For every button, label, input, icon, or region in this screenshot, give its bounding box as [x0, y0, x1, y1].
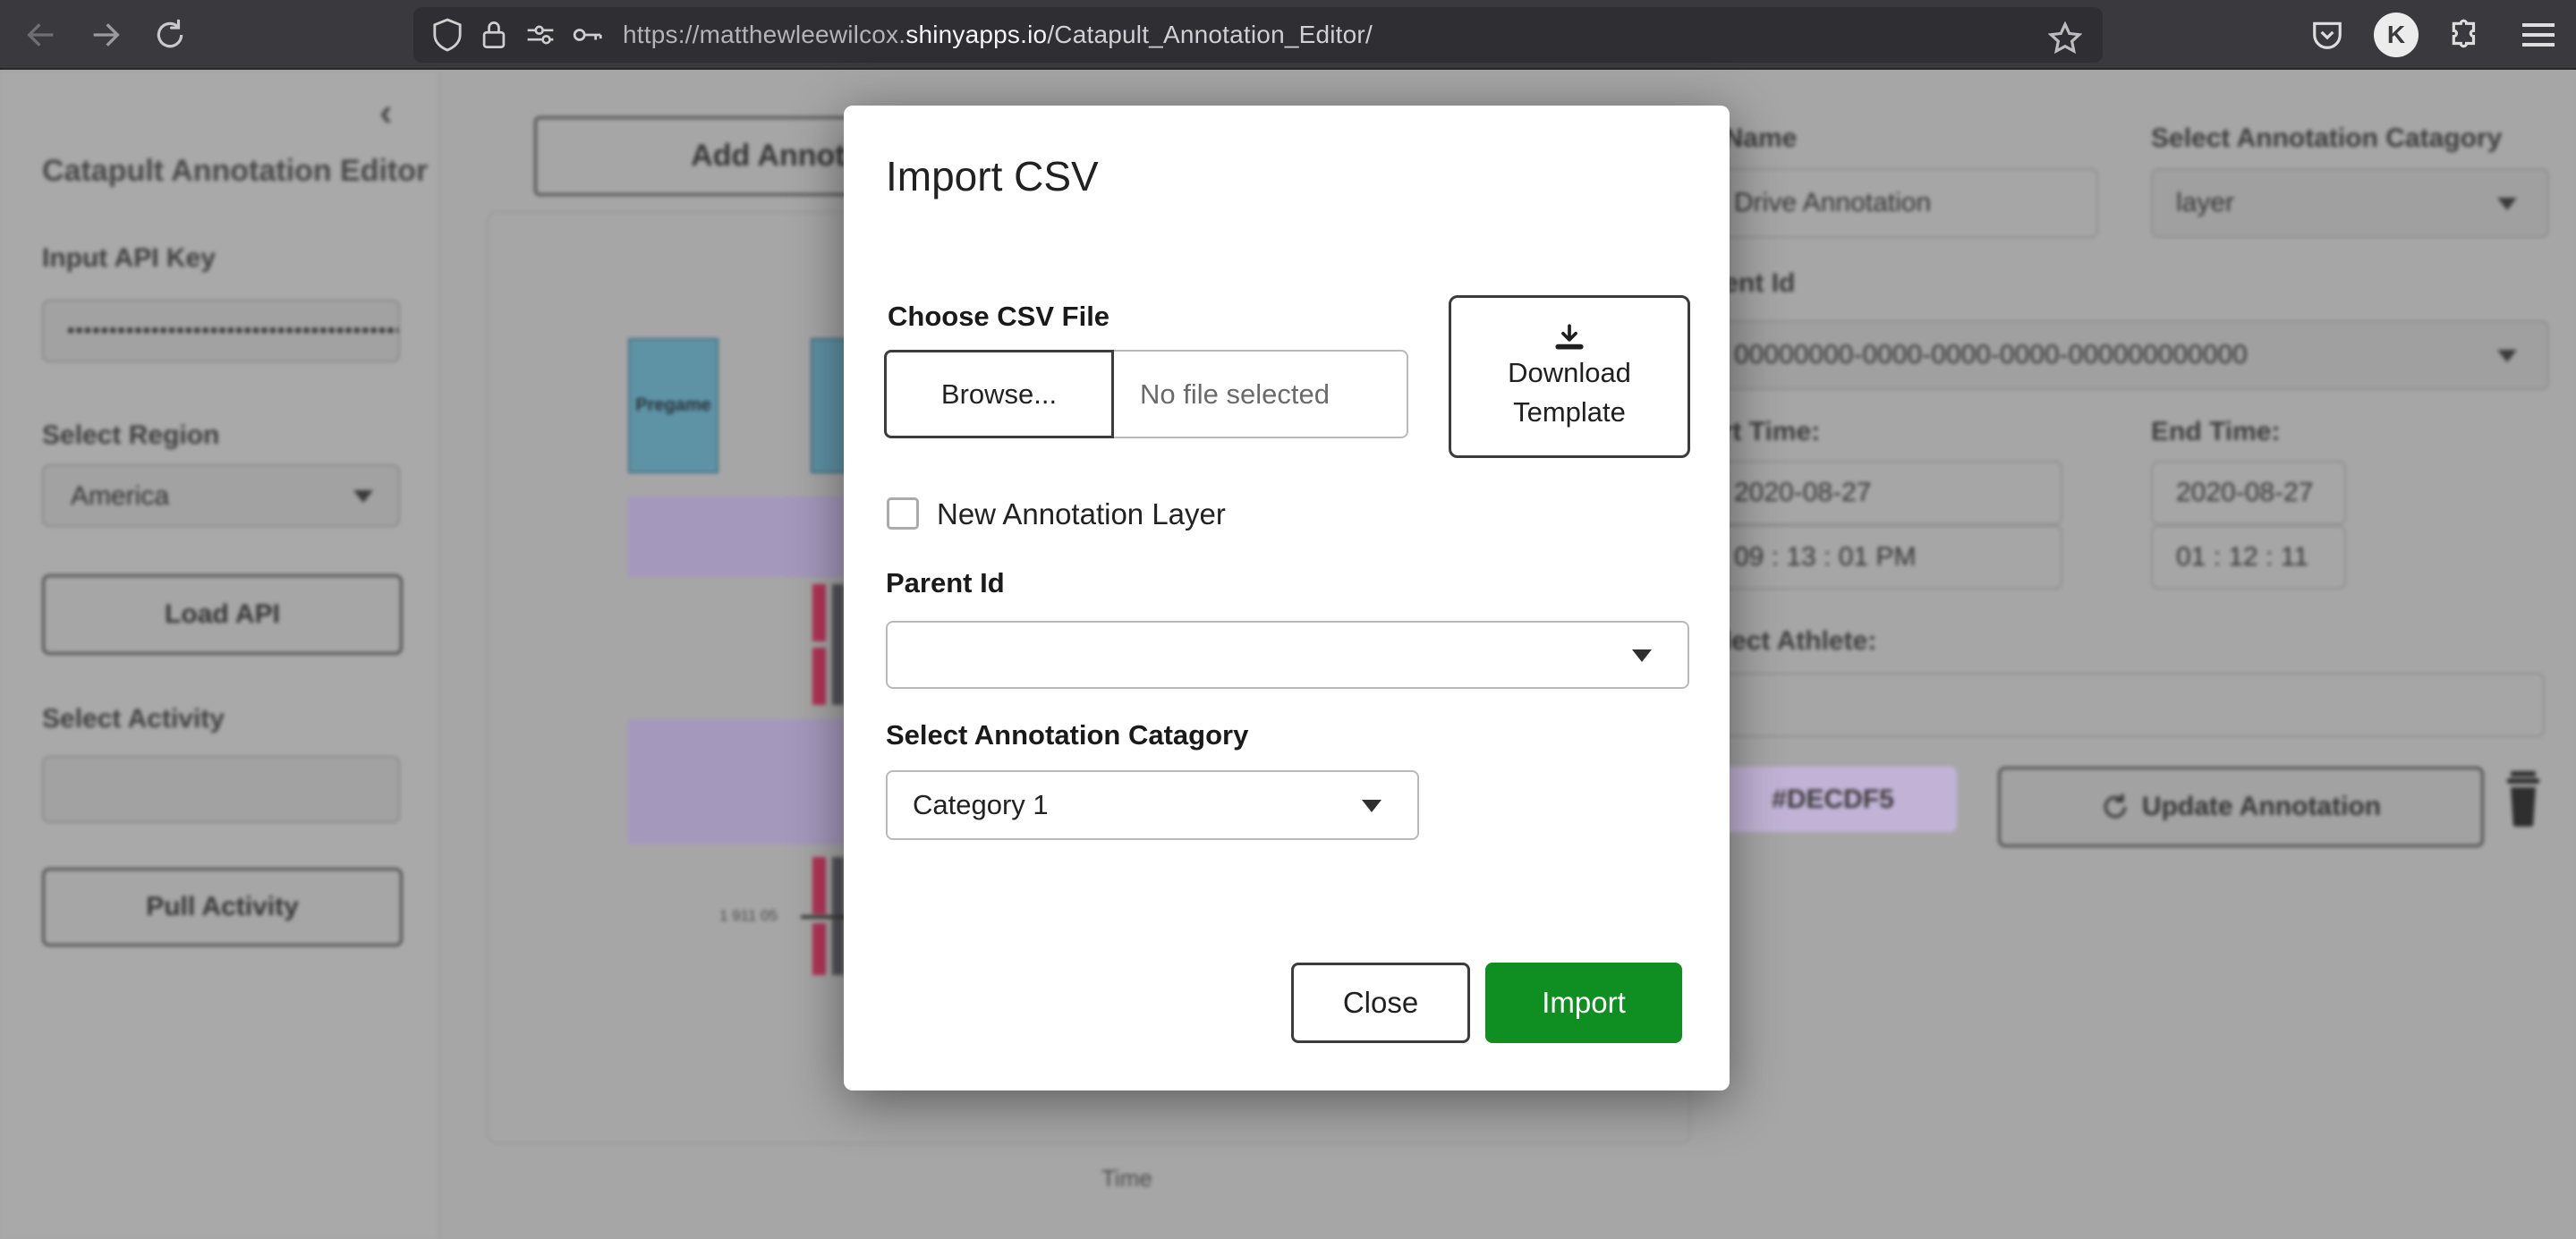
- api-key-input[interactable]: ••••••••••••••••••••••••••••••••••••••••: [42, 300, 400, 362]
- pocket-button[interactable]: [2300, 8, 2354, 62]
- delete-annotation-button[interactable]: [2505, 771, 2541, 827]
- star-icon: [2048, 21, 2082, 55]
- update-annotation-button[interactable]: Update Annotation: [1998, 767, 2484, 847]
- chart-bar-red-2b[interactable]: [812, 923, 826, 975]
- screenshot-stage: https://matthewleewilcox.shinyapps.io/Ca…: [0, 0, 2576, 1239]
- back-button[interactable]: [14, 8, 68, 62]
- app-sidebar: ‹ Catapult Annotation Editor Input API K…: [0, 72, 440, 1239]
- chevron-down-icon: [1362, 800, 1382, 812]
- forward-button[interactable]: [79, 8, 132, 62]
- browser-toolbar: https://matthewleewilcox.shinyapps.io/Ca…: [0, 0, 2576, 70]
- region-select[interactable]: America: [42, 464, 400, 527]
- chart-bar-pregame[interactable]: Pregame: [628, 338, 718, 473]
- download-icon: [1554, 322, 1585, 352]
- modal-category-label: Select Annotation Catagory: [886, 719, 1249, 751]
- chart-bar-red-2a[interactable]: [812, 857, 826, 914]
- refresh-icon: [2101, 793, 2130, 821]
- back-arrow-icon: [23, 17, 59, 53]
- chart-tick-line: [801, 915, 846, 919]
- pull-activity-button[interactable]: Pull Activity: [42, 868, 403, 946]
- download-template-button[interactable]: Download Template: [1449, 295, 1690, 458]
- chevron-down-icon: [353, 490, 373, 503]
- parent-id-value: 00000000-0000-0000-0000-000000000000: [1734, 340, 2248, 369]
- chevron-down-icon: [2497, 350, 2517, 362]
- load-api-button[interactable]: Load API: [42, 574, 403, 655]
- url-bar[interactable]: https://matthewleewilcox.shinyapps.io/Ca…: [413, 7, 2103, 63]
- chart-bar-dark-1[interactable]: [832, 584, 844, 705]
- annotation-category-value: layer: [2176, 188, 2235, 217]
- menu-button[interactable]: [2512, 8, 2565, 62]
- download-template-line1: Download: [1508, 357, 1631, 389]
- url-prefix: https://matthewleewilcox.: [623, 21, 906, 48]
- color-badge: #DECDF5: [1709, 767, 1957, 832]
- activity-select[interactable]: [42, 756, 400, 823]
- annotation-category-select[interactable]: layer: [2151, 168, 2549, 238]
- key-icon[interactable]: [564, 12, 610, 58]
- tracking-shield-icon[interactable]: [424, 12, 471, 58]
- modal-title: Import CSV: [886, 153, 1099, 199]
- modal-category-value: Category 1: [913, 789, 1049, 820]
- import-csv-modal: Import CSV Choose CSV File Browse... No …: [844, 106, 1730, 1090]
- download-template-line2: Template: [1513, 396, 1626, 428]
- end-time-label: End Time:: [2151, 417, 2281, 446]
- import-button[interactable]: Import: [1485, 963, 1682, 1043]
- new-annotation-layer-label[interactable]: New Annotation Layer: [937, 497, 1226, 531]
- update-annotation-label: Update Annotation: [2141, 792, 2382, 821]
- annotation-category-label: Select Annotation Catagory: [2151, 123, 2503, 153]
- modal-category-select[interactable]: Category 1: [886, 770, 1419, 840]
- puzzle-icon: [2448, 18, 2482, 52]
- close-button[interactable]: Close: [1291, 963, 1470, 1043]
- hamburger-icon: [2522, 23, 2555, 47]
- app-title: Catapult Annotation Editor: [42, 154, 429, 188]
- select-athlete-input[interactable]: [1709, 673, 2545, 737]
- modal-parent-id-select[interactable]: [886, 621, 1689, 689]
- pocket-icon: [2310, 18, 2344, 52]
- annotation-name-input[interactable]: Drive Annotation: [1709, 168, 2098, 238]
- url-domain: shinyapps.io: [905, 21, 1048, 48]
- chart-bar-red-1a[interactable]: [812, 584, 826, 641]
- activity-label: Select Activity: [42, 704, 225, 734]
- url-path: /Catapult_Annotation_Editor/: [1047, 21, 1373, 48]
- modal-parent-id-label: Parent Id: [886, 567, 1005, 598]
- reload-icon: [153, 18, 187, 52]
- bookmark-star-button[interactable]: [2038, 12, 2092, 65]
- api-key-label: Input API Key: [42, 243, 216, 273]
- choose-csv-label: Choose CSV File: [888, 301, 1110, 332]
- end-date-input[interactable]: 2020-08-27: [2151, 461, 2346, 525]
- file-selected-field[interactable]: No file selected: [1111, 350, 1408, 438]
- region-value: America: [71, 481, 170, 511]
- reload-button[interactable]: [143, 8, 197, 62]
- start-time-input[interactable]: 09 : 13 : 01 PM: [1709, 525, 2062, 590]
- parent-id-select[interactable]: 00000000-0000-0000-0000-000000000000: [1709, 320, 2549, 390]
- lock-icon[interactable]: [471, 12, 517, 58]
- url-text: https://matthewleewilcox.shinyapps.io/Ca…: [623, 21, 1373, 49]
- chevron-down-icon: [2497, 198, 2517, 210]
- sidebar-collapse-chevron-icon[interactable]: ‹: [379, 93, 393, 132]
- time-axis-label: Time: [1101, 1165, 1152, 1192]
- trash-icon: [2505, 771, 2541, 827]
- browse-button[interactable]: Browse...: [884, 350, 1114, 438]
- permissions-sliders-icon[interactable]: [517, 12, 564, 58]
- extensions-button[interactable]: [2438, 8, 2492, 62]
- chart-tiny-label: 1 911 05: [719, 907, 778, 924]
- forward-arrow-icon: [88, 17, 123, 53]
- account-avatar[interactable]: K: [2374, 13, 2419, 57]
- new-annotation-layer-checkbox[interactable]: [887, 497, 919, 530]
- toolbar-right-cluster: K: [2300, 8, 2565, 62]
- chevron-down-icon: [1632, 649, 1652, 662]
- start-date-input[interactable]: 2020-08-27: [1709, 461, 2062, 525]
- end-time-input[interactable]: 01 : 12 : 11: [2151, 525, 2346, 590]
- chart-bar-red-1b[interactable]: [812, 648, 826, 705]
- region-label: Select Region: [42, 420, 220, 450]
